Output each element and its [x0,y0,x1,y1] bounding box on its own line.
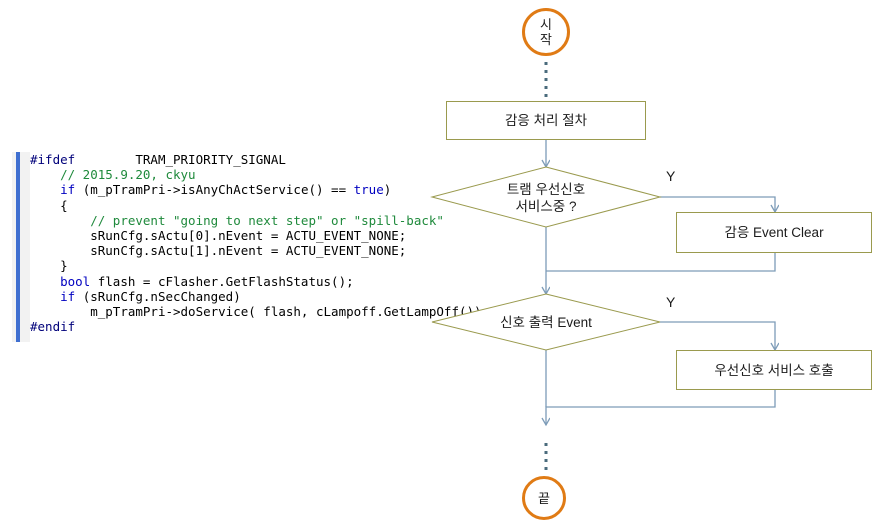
branch-label-decision-2-yes: Y [666,294,676,310]
connector-process-clear-to-decision-2 [546,253,776,272]
node-end[interactable]: 끝 [522,476,566,520]
node-process-clear-label: 감응 Event Clear [724,225,824,240]
flowchart-connectors [430,62,873,475]
connector-decision-2-yes-to-process-call [660,321,775,350]
connector-process-call-to-end [546,390,776,425]
node-decision-1-label-line2: 서비스중 ? [515,199,577,214]
node-end-label: 끝 [538,490,550,506]
node-start-label: 시 작 [525,11,567,53]
node-decision-1-label-line1: 트램 우선신호 [506,182,586,197]
node-decision-1-label: 트램 우선신호 서비스중 ? [452,178,640,218]
node-decision-2-label: 신호 출력 Event [500,314,592,330]
node-process-call[interactable]: 우선신호 서비스 호출 [676,350,872,390]
node-process-call-label: 우선신호 서비스 호출 [714,362,834,378]
branch-label-decision-1-yes: Y [666,168,676,184]
flowchart-canvas: 시 작 감응 처리 절차 트램 우선신호 서비스중 ? Y 감응 Event C… [0,0,873,525]
node-process-clear[interactable]: 감응 Event Clear [676,212,872,253]
node-start[interactable]: 시 작 [522,8,570,56]
node-process-top[interactable]: 감응 처리 절차 [446,101,646,140]
node-start-label-line2: 작 [540,32,552,47]
node-process-top-label: 감응 처리 절차 [504,113,588,128]
node-start-label-line1: 시 [540,17,552,32]
connector-decision-1-yes-to-process-clear [660,196,775,212]
